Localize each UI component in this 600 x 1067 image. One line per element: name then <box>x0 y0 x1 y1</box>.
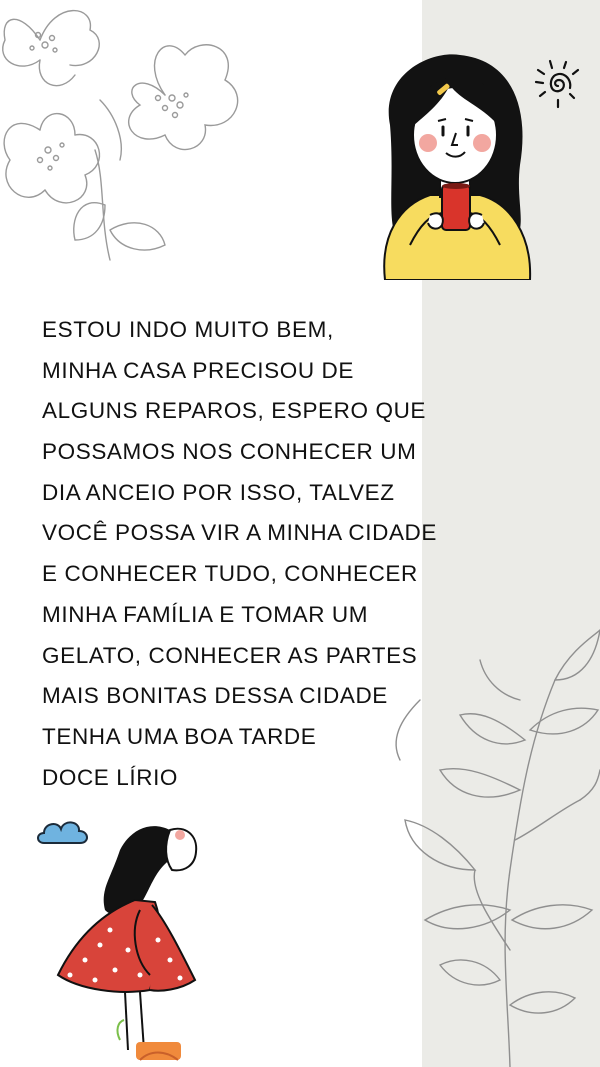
message-line: MINHA FAMÍLIA E TOMAR UM <box>42 601 369 627</box>
message-line: TENHA UMA BOA TARDE <box>42 723 317 749</box>
message-line: MINHA CASA PRECISOU DE <box>42 357 355 383</box>
message-line: DIA ANCEIO POR ISSO, TALVEZ <box>42 479 395 505</box>
girl-with-mug-icon <box>383 54 532 280</box>
message-line: GELATO, CONHECER AS PARTES <box>42 642 418 668</box>
message-line: E CONHECER TUDO, CONHECER <box>42 561 418 587</box>
girl-looking-up-icon <box>56 826 198 1061</box>
message-line: ALGUNS REPAROS, ESPERO QUE <box>42 398 427 424</box>
message-line: DOCE LÍRIO <box>42 764 179 790</box>
flower-sketch-icon <box>2 9 239 261</box>
message-line: VOCÊ POSSA VIR A MINHA CIDADE <box>42 520 438 546</box>
message-line: ESTOU INDO MUITO BEM, <box>42 317 334 342</box>
letter-message: ESTOU INDO MUITO BEM, MINHA CASA PRECISO… <box>42 310 562 798</box>
message-line: POSSAMOS NOS CONHECER UM <box>42 439 417 465</box>
message-line: MAIS BONITAS DESSA CIDADE <box>42 683 388 709</box>
sun-doodle-icon <box>534 59 580 109</box>
